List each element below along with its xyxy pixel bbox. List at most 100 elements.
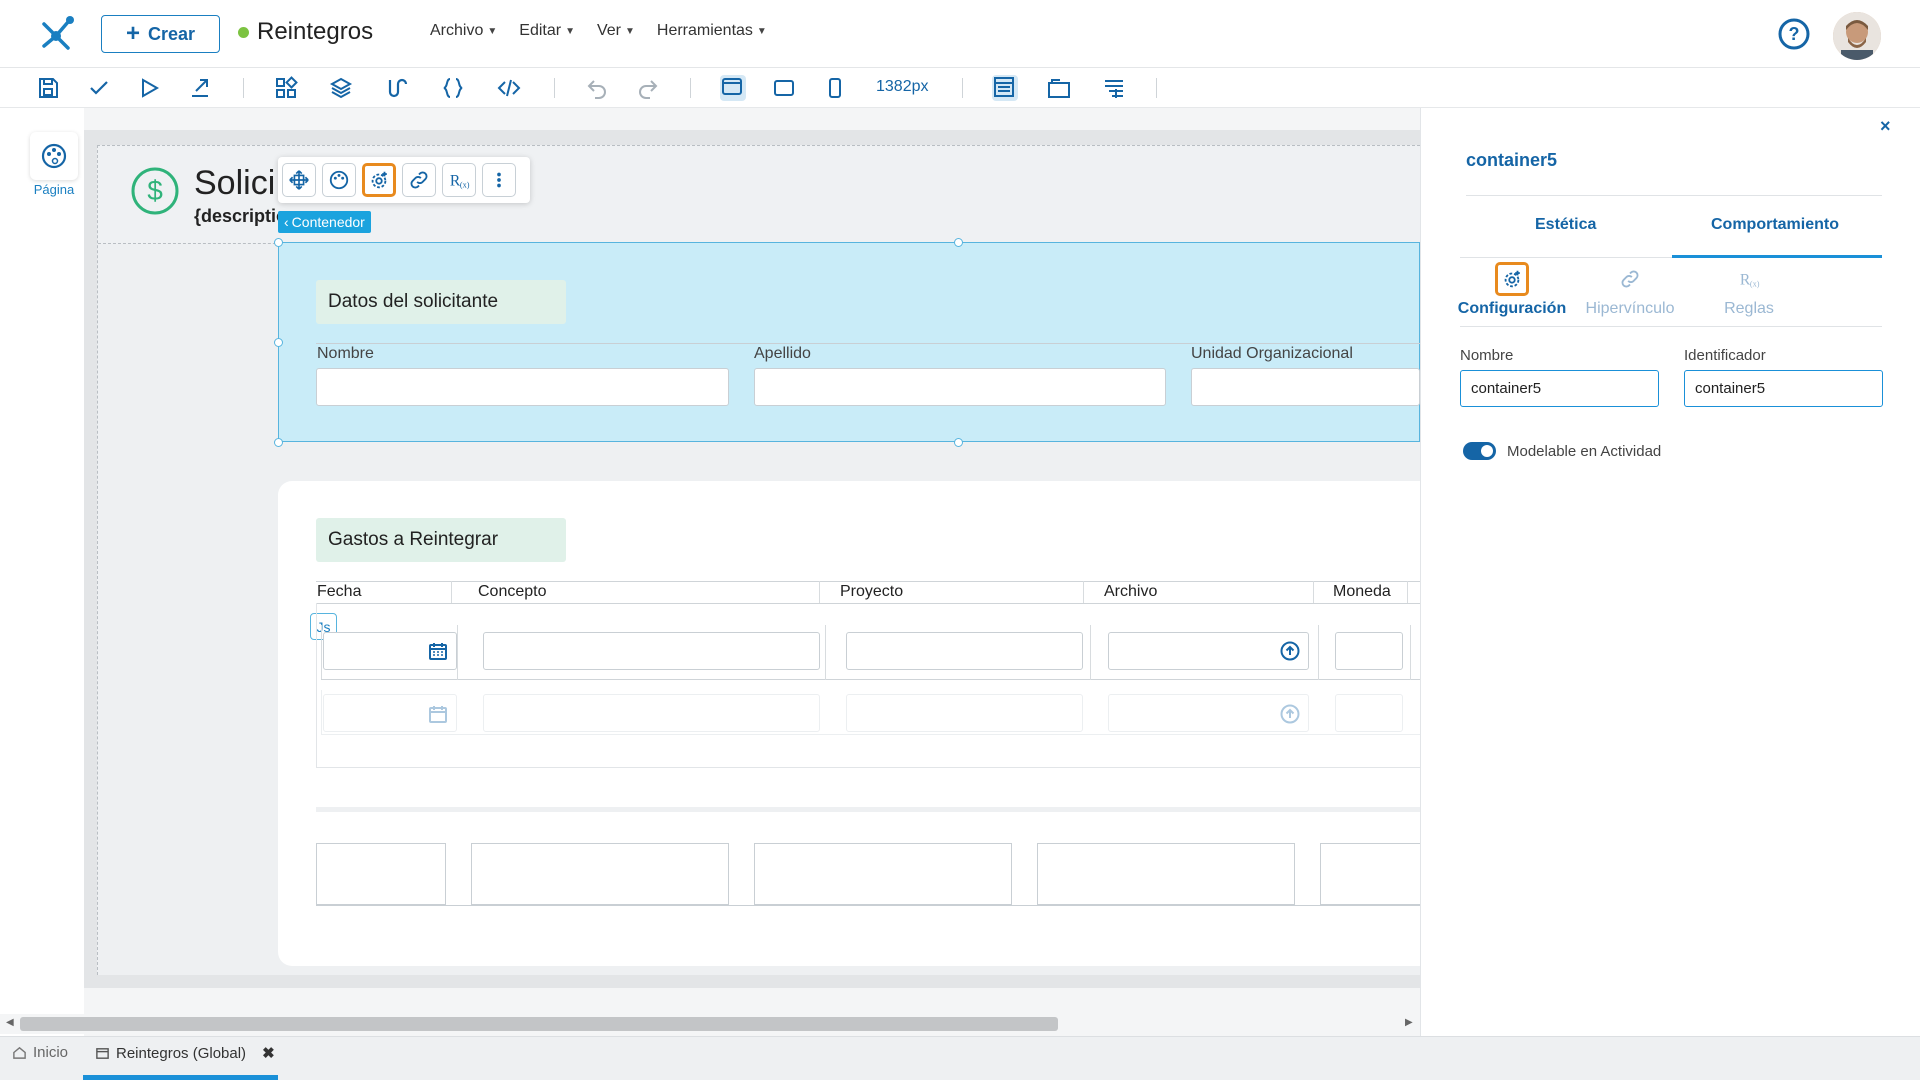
column-moneda[interactable]: Moneda — [1333, 583, 1391, 601]
form-title: Solici — [194, 164, 276, 202]
scrollbar-thumb[interactable] — [20, 1017, 1058, 1031]
moneda-input[interactable] — [1335, 632, 1403, 670]
column-proyecto[interactable]: Proyecto — [840, 583, 903, 601]
layers-icon[interactable] — [329, 76, 353, 100]
rules-icon[interactable]: R (x) — [442, 163, 476, 197]
calendar-icon — [428, 704, 448, 729]
rules-icon: R (x) — [1732, 262, 1766, 296]
nombre-input[interactable] — [316, 368, 729, 406]
column-divider — [1318, 625, 1319, 680]
page-style-button[interactable] — [30, 132, 78, 180]
proyecto-input-placeholder — [846, 694, 1083, 732]
subtab-hipervinculo[interactable]: Hipervínculo — [1575, 262, 1685, 318]
subtab-reglas[interactable]: R (x) Reglas — [1694, 262, 1804, 318]
unidad-input[interactable] — [1191, 368, 1420, 406]
flow-icon[interactable] — [384, 76, 408, 100]
menu-herramientas[interactable]: Herramientas ▼ — [657, 22, 767, 40]
scroll-right-icon[interactable]: ▶ — [1405, 1017, 1413, 1028]
align-icon[interactable] — [1102, 76, 1126, 100]
column-archivo[interactable]: Archivo — [1104, 583, 1157, 601]
resize-handle[interactable] — [274, 438, 283, 447]
home-icon — [13, 1046, 26, 1059]
total-box[interactable] — [754, 843, 1012, 905]
name-field-input[interactable]: container5 — [1460, 370, 1659, 407]
tab-inicio[interactable]: Inicio — [12, 1044, 68, 1061]
move-icon[interactable] — [282, 163, 316, 197]
braces-icon[interactable] — [441, 76, 465, 100]
resize-handle[interactable] — [274, 338, 283, 347]
config-gear-icon[interactable] — [362, 163, 396, 197]
play-icon[interactable] — [137, 76, 161, 100]
total-box[interactable] — [1320, 843, 1420, 905]
code-icon[interactable] — [497, 76, 521, 100]
svg-text:(x): (x) — [460, 180, 470, 189]
close-tab-icon[interactable]: ✖ — [262, 1044, 275, 1062]
concepto-input[interactable] — [483, 632, 820, 670]
toolbar-separator — [690, 78, 691, 98]
total-box[interactable] — [471, 843, 729, 905]
proyecto-input[interactable] — [846, 632, 1083, 670]
help-icon[interactable]: ? — [1777, 17, 1811, 51]
menu-ver[interactable]: Ver ▼ — [597, 22, 635, 40]
table-divider — [316, 603, 1420, 604]
palette-icon[interactable] — [322, 163, 356, 197]
selected-container[interactable] — [278, 242, 1420, 442]
resize-handle[interactable] — [954, 238, 963, 247]
layout-icon[interactable] — [992, 75, 1018, 101]
window-icon[interactable] — [1047, 76, 1071, 100]
canvas-width-label[interactable]: 1382px — [876, 78, 929, 96]
create-button-label: Crear — [147, 23, 196, 44]
section-title-solicitante[interactable]: Datos del solicitante — [316, 280, 566, 324]
resize-handle[interactable] — [274, 238, 283, 247]
archivo-input[interactable] — [1108, 632, 1309, 670]
resize-handle[interactable] — [954, 438, 963, 447]
tab-comportamiento[interactable]: Comportamiento — [1711, 216, 1839, 234]
upload-icon[interactable] — [1280, 641, 1300, 666]
id-field-input[interactable]: container5 — [1684, 370, 1883, 407]
column-divider — [1410, 625, 1411, 680]
column-fecha[interactable]: Fecha — [317, 583, 361, 601]
contenedor-tag[interactable]: ‹ Contenedor — [278, 211, 371, 233]
link-icon — [1613, 262, 1647, 296]
menu-archivo[interactable]: Archivo ▼ — [430, 22, 497, 40]
column-concepto[interactable]: Concepto — [478, 583, 547, 601]
section-divider — [316, 807, 1420, 812]
total-box[interactable] — [316, 843, 446, 905]
tablet-view-icon[interactable] — [772, 76, 796, 100]
toolbar-separator — [1156, 78, 1157, 98]
total-box[interactable] — [1037, 843, 1295, 905]
link-icon[interactable] — [402, 163, 436, 197]
chevron-down-icon: ▼ — [624, 25, 635, 37]
scroll-left-icon[interactable]: ◀ — [6, 1017, 14, 1028]
save-icon[interactable] — [36, 76, 60, 100]
apellido-input[interactable] — [754, 368, 1166, 406]
app-logo-icon[interactable] — [34, 12, 78, 56]
concepto-input-placeholder — [483, 694, 820, 732]
user-avatar[interactable] — [1833, 12, 1881, 60]
undo-icon[interactable] — [585, 76, 609, 100]
close-panel-icon[interactable]: × — [1880, 116, 1891, 137]
mobile-view-icon[interactable] — [823, 76, 847, 100]
name-field-label: Nombre — [1460, 347, 1514, 364]
toolbar-separator — [554, 78, 555, 98]
tab-reintegros[interactable]: Reintegros (Global) ✖ — [95, 1044, 275, 1062]
create-button[interactable]: + Crear — [101, 15, 220, 53]
contenedor-tag-label: Contenedor — [291, 214, 365, 230]
redo-icon[interactable] — [636, 76, 660, 100]
more-options-icon[interactable] — [482, 163, 516, 197]
apps-icon[interactable] — [274, 76, 298, 100]
desktop-view-icon[interactable] — [720, 75, 746, 101]
column-divider — [825, 625, 826, 680]
check-icon[interactable] — [87, 76, 111, 100]
export-icon[interactable] — [188, 76, 212, 100]
menu-editar[interactable]: Editar ▼ — [519, 22, 575, 40]
panel-title: container5 — [1466, 150, 1558, 170]
calendar-icon[interactable] — [428, 641, 448, 666]
svg-text:$: $ — [147, 175, 163, 206]
section-title-gastos[interactable]: Gastos a Reintegrar — [316, 518, 566, 562]
subtab-configuracion[interactable]: Configuración — [1457, 262, 1567, 318]
tab-estetica[interactable]: Estética — [1535, 216, 1596, 234]
field-label-nombre: Nombre — [317, 345, 374, 362]
toolbar-separator — [243, 78, 244, 98]
menu-herramientas-label: Herramientas — [656, 22, 753, 39]
